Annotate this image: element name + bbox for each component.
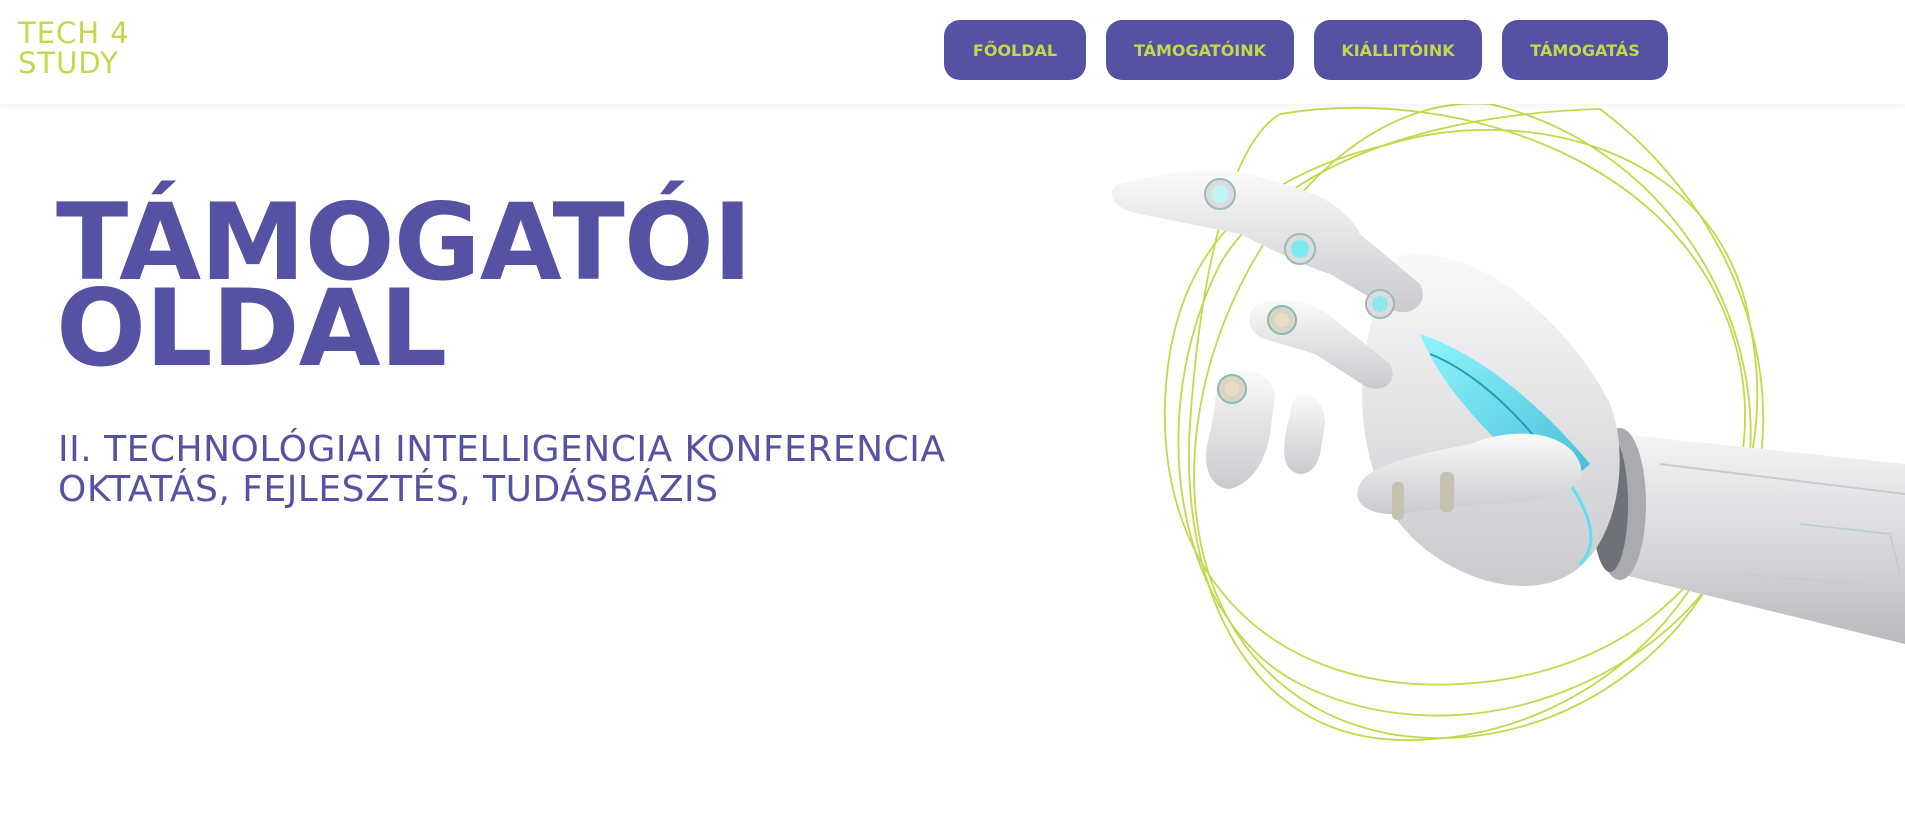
page-subtitle-line-2: OKTATÁS, FEJLESZTÉS, TUDÁSBÁZIS (58, 469, 719, 510)
page-title: TÁMOGATÓI OLDAL (56, 190, 752, 382)
nav-button-sponsors[interactable]: TÁMOGATÓINK (1106, 20, 1294, 80)
site-header: TECH 4 STUDY FŐOLDAL TÁMOGATÓINK KIÁLLIT… (0, 0, 1905, 104)
logo-line-1: TECH 4 (18, 16, 130, 50)
page-subtitle: II. TECHNOLÓGIAI INTELLIGENCIA KONFERENC… (58, 430, 945, 510)
nav-button-home[interactable]: FŐOLDAL (944, 20, 1086, 80)
nav-button-exhibitors[interactable]: KIÁLLITÓINK (1314, 20, 1482, 80)
page-subtitle-line-1: II. TECHNOLÓGIAI INTELLIGENCIA KONFERENC… (58, 429, 946, 470)
site-logo[interactable]: TECH 4 STUDY (18, 18, 158, 82)
robot-hand-illustration (1111, 104, 1905, 741)
nav-button-support[interactable]: TÁMOGATÁS (1502, 20, 1668, 80)
logo-line-2: STUDY (18, 46, 119, 80)
main-nav: FŐOLDAL TÁMOGATÓINK KIÁLLITÓINK TÁMOGATÁ… (944, 20, 1668, 80)
